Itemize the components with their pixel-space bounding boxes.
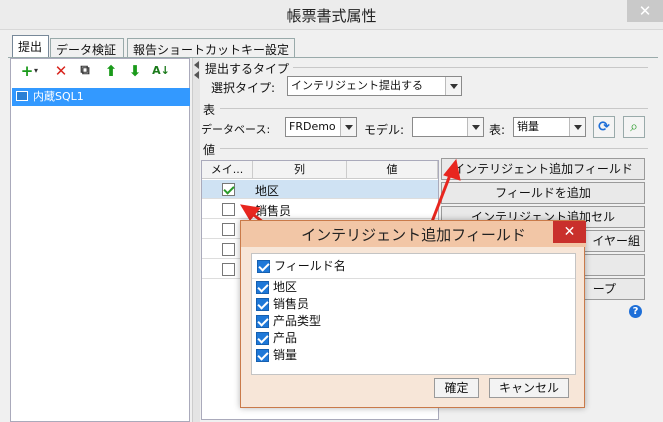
list-divider bbox=[252, 278, 575, 279]
field-list[interactable]: フィールド名 地区 销售员 产品类型 产品 销量 bbox=[251, 253, 576, 375]
checkbox-checked-icon[interactable] bbox=[256, 332, 269, 345]
cancel-button[interactable]: キャンセル bbox=[489, 378, 569, 398]
field-item-label: 销量 bbox=[273, 348, 298, 362]
ok-button[interactable]: 確定 bbox=[434, 378, 479, 398]
field-item-label: 地区 bbox=[273, 280, 298, 294]
intelligent-add-field-dialog: インテリジェント追加フィールド ✕ フィールド名 地区 销售员 产品类型 产品 … bbox=[240, 220, 586, 408]
field-item-label: 销售员 bbox=[273, 297, 310, 311]
checkbox-checked-icon[interactable] bbox=[256, 349, 269, 362]
checkbox-checked-icon[interactable] bbox=[256, 315, 269, 328]
checkbox-checked-icon[interactable] bbox=[256, 298, 269, 311]
checkbox-checked-icon[interactable] bbox=[257, 260, 270, 273]
dialog-close-button[interactable]: ✕ bbox=[553, 221, 586, 243]
dialog-title: インテリジェント追加フィールド bbox=[241, 221, 586, 247]
field-item-label: 产品类型 bbox=[273, 314, 322, 328]
checkbox-checked-icon[interactable] bbox=[256, 281, 269, 294]
annotation-arrowhead bbox=[443, 158, 461, 181]
field-item-label: 产品 bbox=[273, 331, 298, 345]
field-header-label: フィールド名 bbox=[274, 259, 346, 273]
